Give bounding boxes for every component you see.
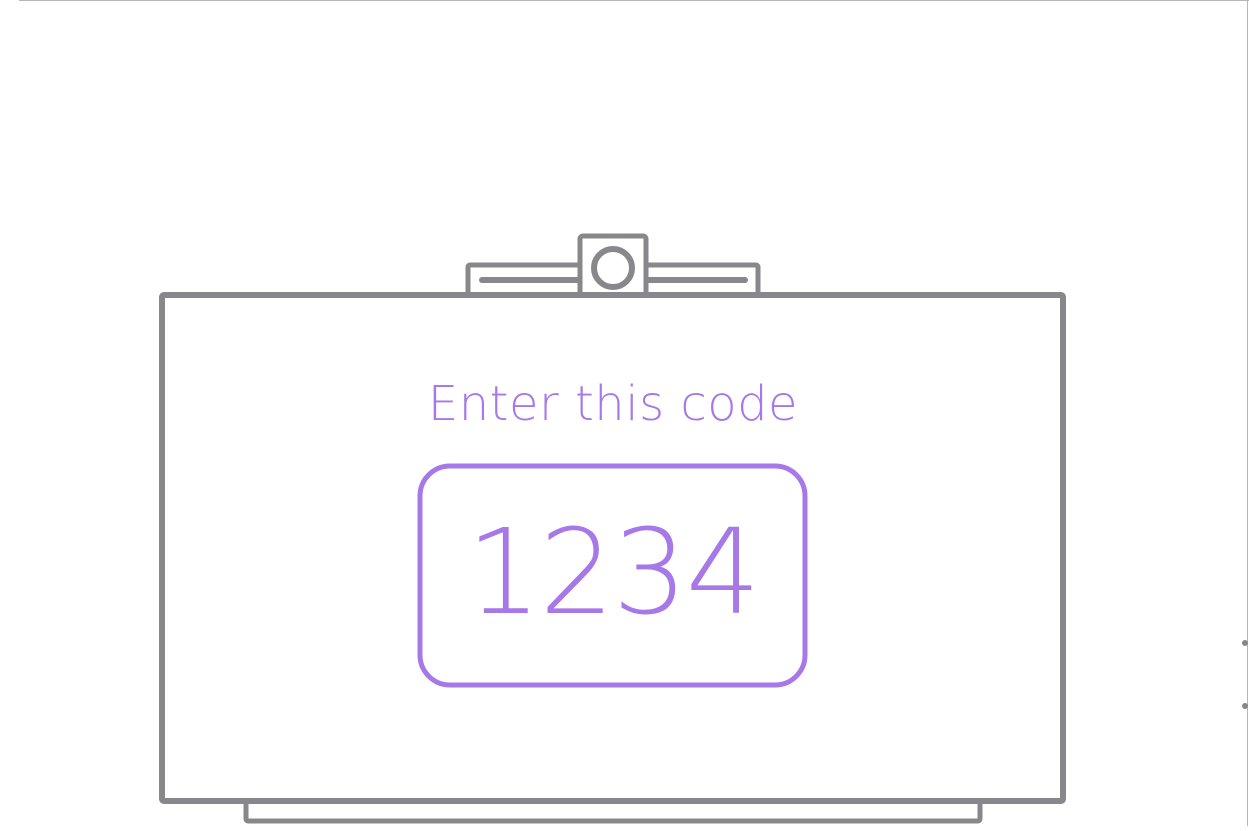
- code-prompt-label: Enter this code: [427, 376, 799, 432]
- pairing-code: 1234: [466, 503, 760, 641]
- camera-lens-icon: [591, 246, 635, 290]
- camera-bar-icon: [465, 233, 761, 304]
- device-code-illustration: Enter this code 1234: [0, 0, 1249, 826]
- edge-dot-upper: [1242, 640, 1248, 646]
- edge-dot-lower: [1242, 703, 1248, 709]
